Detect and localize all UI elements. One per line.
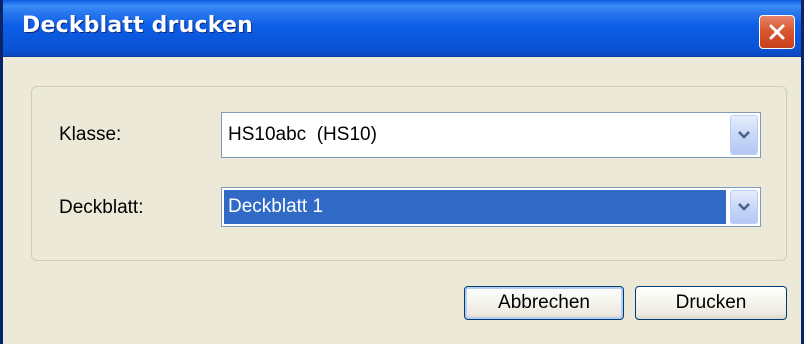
klasse-label: Klasse: [59, 124, 122, 145]
dialog-window: Deckblatt drucken Klasse: HS10abc (HS10)… [0, 0, 804, 344]
deckblatt-dropdown-value: Deckblatt 1 [224, 190, 726, 224]
deckblatt-dropdown-button[interactable] [730, 190, 758, 224]
chevron-down-icon [738, 131, 750, 139]
klasse-dropdown-value: HS10abc (HS10) [228, 124, 377, 145]
close-icon [769, 24, 785, 40]
close-button[interactable] [759, 15, 795, 49]
print-button[interactable]: Drucken [635, 286, 787, 320]
klasse-dropdown[interactable]: HS10abc (HS10) [221, 112, 761, 158]
deckblatt-label: Deckblatt: [59, 197, 144, 218]
title-bar[interactable]: Deckblatt drucken [3, 0, 801, 57]
klasse-dropdown-button[interactable] [730, 115, 758, 155]
form-group-panel: Klasse: HS10abc (HS10) Deckblatt: Deckbl… [31, 86, 787, 261]
deckblatt-dropdown[interactable]: Deckblatt 1 [221, 187, 761, 227]
chevron-down-icon [738, 203, 750, 211]
cancel-button[interactable]: Abbrechen [464, 286, 624, 320]
window-title: Deckblatt drucken [22, 13, 254, 38]
